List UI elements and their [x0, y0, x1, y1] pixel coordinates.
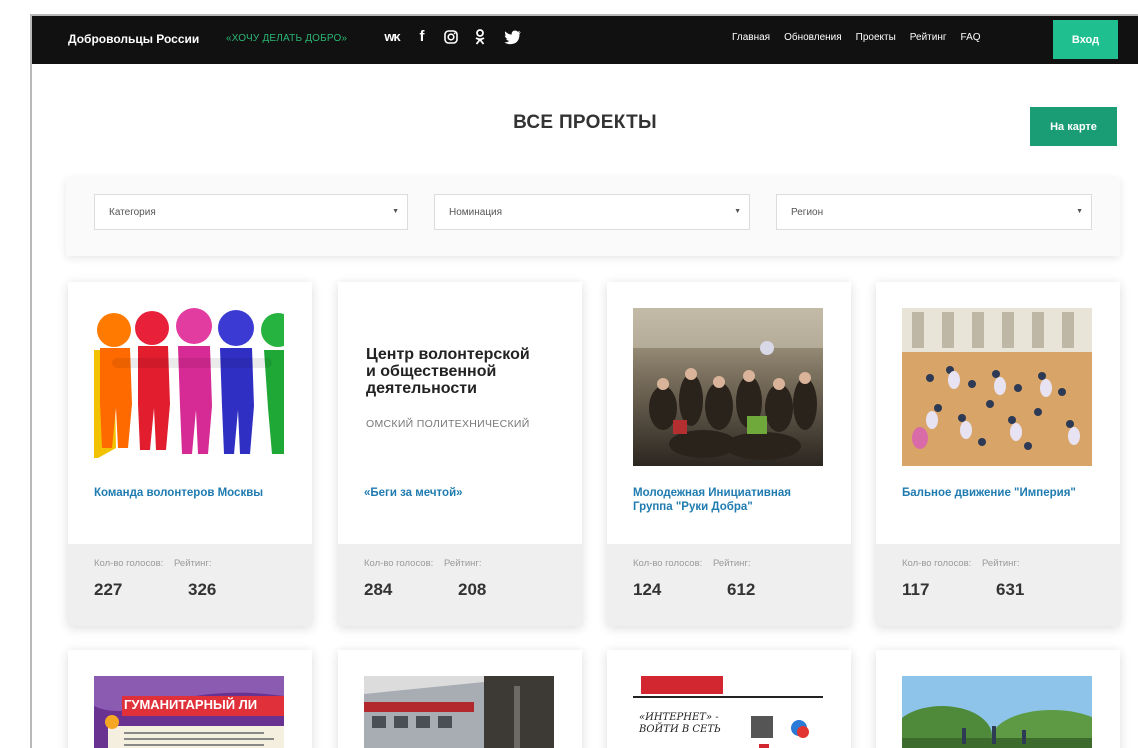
project-stats: Кол-во голосов: Рейтинг: 227 326	[68, 544, 312, 626]
project-image[interactable]	[364, 676, 554, 748]
votes-label: Кол-во голосов:	[364, 558, 434, 569]
project-image[interactable]: ГУМАНИТАРНЫЙ ЛИ	[94, 676, 284, 748]
project-stats: Кол-во голосов: Рейтинг: 284 208	[338, 544, 582, 626]
project-stats: Кол-во голосов: Рейтинг: 117 631	[876, 544, 1120, 626]
caret-down-icon: ▼	[392, 208, 399, 215]
project-title[interactable]: Бальное движение "Империя"	[902, 486, 1102, 500]
votes-count: 117	[902, 580, 930, 599]
instagram-icon[interactable]	[444, 30, 460, 44]
filter-panel: Категория ▼ Номинация ▼ Регион ▼	[66, 178, 1120, 256]
rating-label: Рейтинг:	[713, 558, 751, 569]
twitter-icon[interactable]	[504, 30, 521, 45]
rating-value: 631	[996, 580, 1025, 599]
project-card[interactable]: ГУМАНИТАРНЫЙ ЛИ	[68, 650, 312, 748]
project-card[interactable]: Команда волонтеров Москвы Кол-во голосов…	[68, 282, 312, 626]
region-select[interactable]: Регион ▼	[776, 194, 1092, 230]
rating-label: Рейтинг:	[174, 558, 212, 569]
map-view-button[interactable]: На карте	[1030, 107, 1117, 146]
caret-down-icon: ▼	[734, 208, 741, 215]
logo-subtitle: ОМСКИЙ ПОЛИТЕХНИЧЕСКИЙ	[366, 418, 530, 430]
project-card[interactable]: Бальное движение "Империя" Кол-во голосо…	[876, 282, 1120, 626]
page: Добровольцы России «ХОЧУ ДЕЛАТЬ ДОБРО» ᴡ…	[32, 16, 1138, 748]
login-button[interactable]: Вход	[1053, 20, 1118, 59]
project-card[interactable]	[338, 650, 582, 748]
nav-projects[interactable]: Проекты	[856, 32, 896, 43]
project-image[interactable]	[633, 308, 823, 466]
logo-line: деятельности	[366, 380, 477, 397]
page-title: ВСЕ ПРОЕКТЫ	[513, 112, 657, 133]
nav-rating[interactable]: Рейтинг	[910, 32, 947, 43]
main-nav: Главная Обновления Проекты Рейтинг FAQ	[732, 32, 981, 43]
project-card[interactable]	[876, 650, 1120, 748]
nav-faq[interactable]: FAQ	[961, 32, 981, 43]
banner-text: ГУМАНИТАРНЫЙ ЛИ	[124, 697, 258, 712]
category-select-value: Категория	[109, 206, 156, 218]
project-image[interactable]	[94, 308, 284, 466]
project-title[interactable]: «Беги за мечтой»	[364, 486, 564, 500]
nomination-select-value: Номинация	[449, 206, 503, 218]
rating-value: 612	[727, 580, 756, 599]
social-links: ᴡᴋ f	[384, 27, 521, 47]
nomination-select[interactable]: Номинация ▼	[434, 194, 750, 230]
votes-count: 284	[364, 580, 393, 599]
region-select-value: Регион	[791, 206, 824, 218]
rating-value: 208	[458, 580, 487, 599]
logo-line: и общественной	[366, 363, 497, 380]
votes-label: Кол-во голосов:	[902, 558, 972, 569]
project-image[interactable]	[902, 676, 1092, 748]
site-slogan: «ХОЧУ ДЕЛАТЬ ДОБРО»	[226, 33, 348, 44]
rating-value: 326	[188, 580, 217, 599]
nav-updates[interactable]: Обновления	[784, 32, 842, 43]
rating-label: Рейтинг:	[982, 558, 1020, 569]
votes-count: 124	[633, 580, 662, 599]
logo-line: Центр волонтерской	[366, 346, 530, 363]
project-card[interactable]: «ИНТЕРНЕТ» - ВОЙТИ В СЕТЬ	[607, 650, 851, 748]
vk-icon[interactable]: ᴡᴋ	[384, 27, 400, 47]
top-navbar: Добровольцы России «ХОЧУ ДЕЛАТЬ ДОБРО» ᴡ…	[32, 16, 1138, 64]
project-image[interactable]	[902, 308, 1092, 466]
caret-down-icon: ▼	[1076, 208, 1083, 215]
project-stats: Кол-во голосов: Рейтинг: 124 612	[607, 544, 851, 626]
facebook-icon[interactable]: f	[414, 27, 430, 47]
rating-label: Рейтинг:	[444, 558, 482, 569]
odnoklassniki-icon[interactable]	[474, 29, 490, 45]
project-card[interactable]: Центр волонтерской и общественной деятел…	[338, 282, 582, 626]
votes-count: 227	[94, 580, 123, 599]
category-select[interactable]: Категория ▼	[94, 194, 408, 230]
votes-label: Кол-во голосов:	[633, 558, 703, 569]
project-card[interactable]: Молодежная Инициативная Группа "Руки Доб…	[607, 282, 851, 626]
nav-home[interactable]: Главная	[732, 32, 770, 43]
project-image[interactable]: «ИНТЕРНЕТ» - ВОЙТИ В СЕТЬ	[633, 676, 823, 748]
votes-label: Кол-во голосов:	[94, 558, 164, 569]
project-title[interactable]: Молодежная Инициативная Группа "Руки Доб…	[633, 486, 833, 514]
site-brand[interactable]: Добровольцы России	[68, 32, 199, 46]
project-image[interactable]: Центр волонтерской и общественной деятел…	[364, 308, 554, 466]
newspaper-text: «ИНТЕРНЕТ» - ВОЙТИ В СЕТЬ	[639, 712, 721, 735]
project-title[interactable]: Команда волонтеров Москвы	[94, 486, 294, 500]
